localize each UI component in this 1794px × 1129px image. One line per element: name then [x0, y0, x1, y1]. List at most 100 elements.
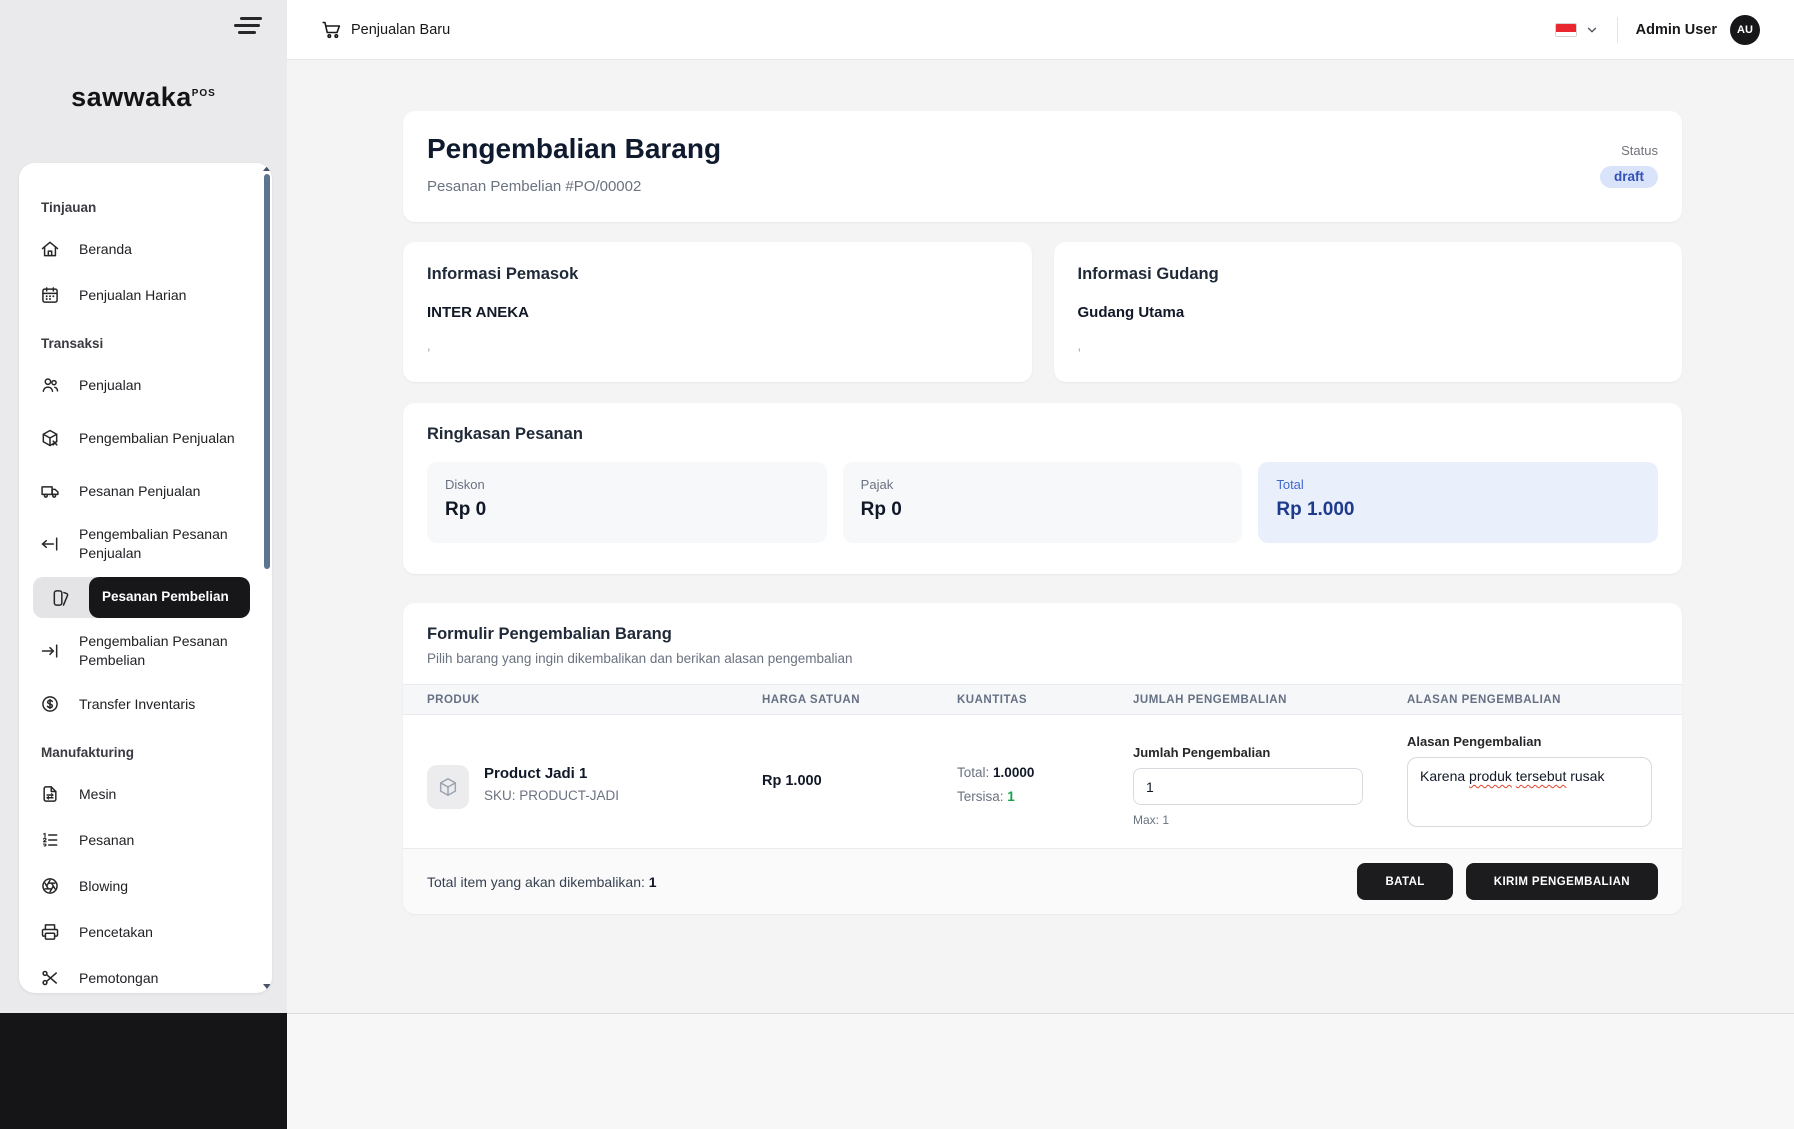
avatar[interactable]: AU — [1730, 15, 1760, 45]
column-header-harga-satuan: HARGA SATUAN — [738, 694, 933, 706]
order-summary-card: Ringkasan Pesanan Diskon Rp 0 Pajak Rp 0… — [403, 403, 1682, 574]
new-sale-button[interactable]: Penjualan Baru — [321, 19, 450, 40]
misspelled-word: produk — [1469, 768, 1512, 784]
sidebar-item-label: Pemotongan — [79, 969, 158, 988]
sidebar-item-pengembalian-penjualan[interactable]: Pengembalian Penjualan — [33, 411, 250, 465]
sidebar-item-label: Beranda — [79, 240, 132, 259]
sidebar-item-pesanan[interactable]: Pesanan — [33, 820, 250, 860]
warehouse-card-title: Informasi Gudang — [1078, 265, 1659, 284]
sidebar-item-pesanan-pembelian[interactable]: Pesanan Pembelian — [33, 577, 250, 618]
cards-icon — [33, 588, 89, 608]
users-icon — [40, 375, 60, 395]
supplier-info-card: Informasi Pemasok INTER ANEKA , — [403, 242, 1032, 382]
column-header-jumlah-pengembalian: JUMLAH PENGEMBALIAN — [1109, 694, 1383, 706]
column-header-alasan-pengembalian: ALASAN PENGEMBALIAN — [1383, 694, 1682, 706]
sidebar-item-penjualan[interactable]: Penjualan — [33, 365, 250, 405]
menu-toggle-icon[interactable] — [232, 17, 262, 39]
discount-value: Rp 0 — [445, 499, 809, 521]
reason-label: Alasan Pengembalian — [1407, 734, 1652, 749]
sidebar-item-pengembalian-pesanan-penjualan[interactable]: Pengembalian Pesanan Penjualan — [33, 517, 250, 571]
sidebar-item-pencetakan[interactable]: Pencetakan — [33, 912, 250, 952]
warehouse-name: Gudang Utama — [1078, 304, 1659, 321]
arrow-right-to-line-icon — [40, 641, 60, 661]
discount-label: Diskon — [445, 477, 809, 492]
sidebar-section-manufakturing: Manufakturing — [41, 745, 242, 760]
sidebar-item-transfer-inventaris[interactable]: Transfer Inventaris — [33, 684, 250, 724]
scrollbar-down-arrow-icon[interactable] — [263, 984, 271, 989]
supplier-address: , — [427, 338, 1008, 353]
qty-total-label: Total: — [957, 765, 989, 780]
misspelled-word: tersebut — [1516, 768, 1567, 784]
sidebar-item-pemotongan[interactable]: Pemotongan — [33, 958, 250, 993]
package-icon — [427, 765, 469, 809]
file-icon — [40, 784, 60, 804]
return-qty-cell: Jumlah Pengembalian Max: 1 — [1109, 715, 1383, 848]
sidebar-item-label: Transfer Inventaris — [79, 695, 195, 714]
sidebar-scrollbar[interactable] — [263, 163, 271, 993]
total-value: Rp 1.000 — [1276, 499, 1640, 521]
sidebar-item-label: Penjualan Harian — [79, 286, 186, 305]
product-name: Product Jadi 1 — [484, 765, 619, 782]
sidebar-item-beranda[interactable]: Beranda — [33, 229, 250, 269]
user-name: Admin User — [1636, 22, 1717, 38]
page-bottom-fill — [287, 1013, 1794, 1129]
sidebar-item-mesin[interactable]: Mesin — [33, 774, 250, 814]
home-icon — [40, 239, 60, 259]
topbar-right: Admin User AU — [1555, 15, 1760, 45]
discount-stat: Diskon Rp 0 — [427, 462, 827, 543]
sidebar-item-label: Pengembalian Penjualan — [79, 429, 235, 448]
qty-total-value: 1.0000 — [993, 765, 1034, 780]
sidebar-item-label: Pengembalian Pesanan Pembelian — [79, 632, 243, 670]
unit-price: Rp 1.000 — [738, 715, 933, 848]
summary-title: Ringkasan Pesanan — [427, 425, 1658, 444]
footer-total: Total item yang akan dikembalikan: 1 — [427, 874, 657, 890]
dollar-circle-icon — [40, 694, 60, 714]
status-label: Status — [1621, 143, 1658, 158]
sidebar-active-pill: Pesanan Pembelian — [89, 577, 250, 618]
submit-return-button[interactable]: KIRIM PENGEMBALIAN — [1466, 863, 1658, 900]
qty-remaining-value: 1 — [1007, 789, 1015, 804]
tax-value: Rp 0 — [861, 499, 1225, 521]
sidebar-item-label: Blowing — [79, 877, 128, 896]
chevron-down-icon[interactable] — [1585, 23, 1599, 37]
tax-label: Pajak — [861, 477, 1225, 492]
qty-remaining-label: Tersisa: — [957, 789, 1004, 804]
supplier-name: INTER ANEKA — [427, 304, 1008, 321]
form-title: Formulir Pengembalian Barang — [427, 625, 1658, 644]
sidebar-item-penjualan-harian[interactable]: Penjualan Harian — [33, 275, 250, 315]
table-header-row: PRODUK HARGA SATUAN KUANTITAS JUMLAH PEN… — [403, 684, 1682, 715]
return-form-card: Formulir Pengembalian Barang Pilih baran… — [403, 603, 1682, 914]
cancel-button[interactable]: BATAL — [1357, 863, 1452, 900]
supplier-card-title: Informasi Pemasok — [427, 265, 1008, 284]
divider — [1617, 17, 1618, 43]
sidebar-bottom-fill — [0, 1013, 287, 1129]
page-subtitle: Pesanan Pembelian #PO/00002 — [427, 178, 721, 195]
reason-textarea[interactable]: Karena produk tersebut rusak — [1407, 757, 1652, 827]
sidebar-item-label: Penjualan — [79, 376, 141, 395]
product-sku: SKU: PRODUCT-JADI — [484, 788, 619, 803]
calendar-icon — [40, 285, 60, 305]
sidebar-item-label: Pesanan Penjualan — [79, 482, 200, 501]
sidebar-item-label: Pencetakan — [79, 923, 153, 942]
sidebar-section-tinjauan: Tinjauan — [41, 200, 242, 215]
reason-cell: Alasan Pengembalian Karena produk terseb… — [1383, 715, 1682, 848]
sidebar-item-label: Pesanan — [79, 831, 134, 850]
status-badge: draft — [1600, 166, 1658, 188]
printer-icon — [40, 922, 60, 942]
sidebar-item-pesanan-penjualan[interactable]: Pesanan Penjualan — [33, 471, 250, 511]
list-ordered-icon — [40, 830, 60, 850]
language-flag-icon[interactable] — [1555, 23, 1577, 37]
scissors-icon — [40, 968, 60, 988]
return-qty-input[interactable] — [1133, 768, 1363, 805]
warehouse-address: , — [1078, 338, 1659, 353]
sidebar-item-label: Pesanan Pembelian — [102, 588, 229, 606]
sidebar-item-blowing[interactable]: Blowing — [33, 866, 250, 906]
scrollbar-up-arrow-icon[interactable] — [263, 166, 271, 171]
scrollbar-thumb[interactable] — [264, 174, 270, 569]
arrow-left-to-line-icon — [40, 534, 60, 554]
form-footer: Total item yang akan dikembalikan: 1 BAT… — [403, 848, 1682, 914]
sidebar-item-pengembalian-pesanan-pembelian[interactable]: Pengembalian Pesanan Pembelian — [33, 624, 250, 678]
column-header-produk: PRODUK — [403, 694, 738, 706]
sidebar: sawwakaPOS Tinjauan Beranda Penjualan Ha… — [0, 0, 287, 1013]
max-note: Max: 1 — [1133, 813, 1383, 827]
